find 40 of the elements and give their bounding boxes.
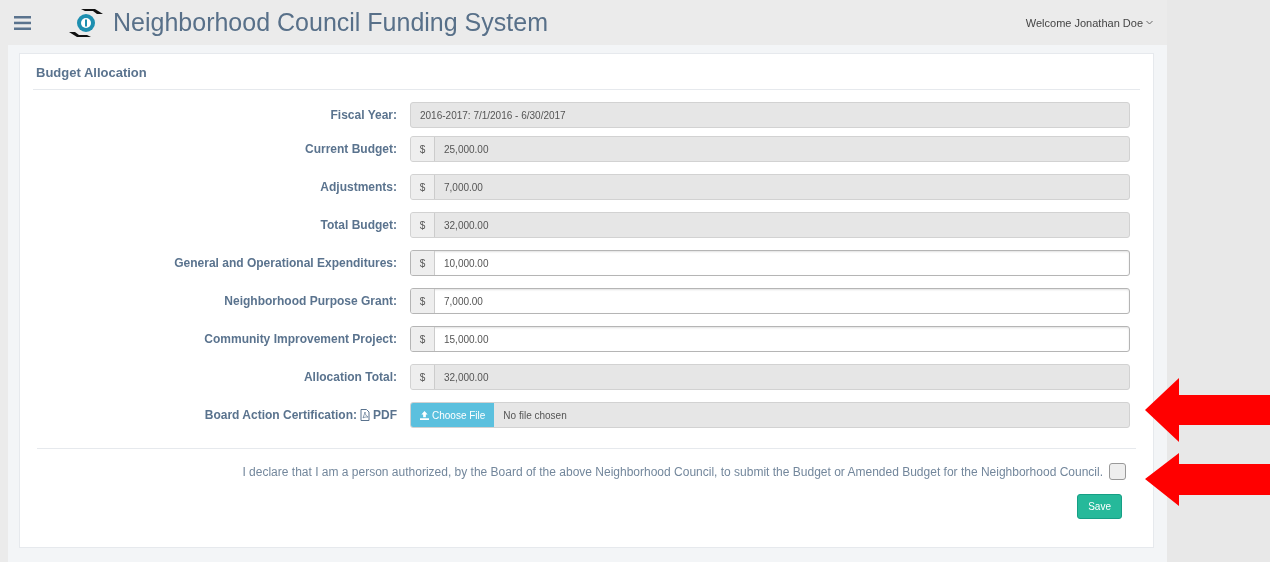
field-label: General and Operational Expenditures:	[174, 256, 397, 270]
currency-addon: $	[411, 213, 435, 237]
declaration-checkbox[interactable]	[1109, 463, 1126, 480]
currency-addon: $	[411, 251, 435, 275]
field-label: Fiscal Year:	[330, 108, 397, 122]
upload-icon	[420, 410, 429, 420]
arrow-icon	[1145, 378, 1270, 442]
field-label: Board Action Certification:	[204, 408, 357, 422]
amount-value: 15,000.00	[443, 332, 490, 347]
currency-addon: $	[411, 327, 435, 351]
arrow-icon	[1145, 453, 1270, 506]
user-menu[interactable]: Welcome Jonathan Doe	[1025, 16, 1153, 29]
currency-addon: $	[411, 175, 435, 199]
amount-value: 32,000.00	[443, 218, 490, 233]
field-label: Neighborhood Purpose Grant:	[224, 294, 397, 308]
pdf-file-icon	[360, 409, 370, 421]
amount-value: 32,000.00	[443, 370, 490, 385]
currency-addon: $	[411, 289, 435, 313]
amount-field[interactable]: $ 15,000.00	[410, 326, 1130, 352]
chevron-down-icon	[1146, 20, 1153, 25]
declaration-text: I declare that I am a person authorized, by the Board of the above Neighborhood Council, to submit the Budget or Amended Budget for the Neighborhood Council.	[242, 464, 1103, 479]
amount-field[interactable]: $ 7,000.00	[410, 288, 1130, 314]
pdf-label: PDF	[373, 408, 397, 422]
field-label: Current Budget:	[305, 142, 397, 156]
currency-addon: $	[411, 365, 435, 389]
app-title: Neighborhood Council Funding System	[113, 8, 548, 37]
panel-title: Budget Allocation	[33, 54, 1140, 90]
amount-value: 7,000.00	[443, 180, 484, 195]
menu-icon[interactable]	[14, 15, 31, 30]
amount-value: 10,000.00	[443, 256, 490, 271]
amount-field[interactable]: $ 10,000.00	[410, 250, 1130, 276]
file-name-text: No file chosen	[502, 408, 568, 423]
field-label: Total Budget:	[320, 218, 397, 232]
file-field[interactable]: Choose File No file chosen	[410, 402, 1130, 428]
amount-value: 7,000.00	[443, 294, 484, 309]
currency-addon: $	[411, 137, 435, 161]
amount-value: 25,000.00	[443, 142, 490, 157]
field-label: Allocation Total:	[303, 370, 397, 384]
field-label: Community Improvement Project:	[204, 332, 397, 346]
field-label: Adjustments:	[320, 180, 397, 194]
